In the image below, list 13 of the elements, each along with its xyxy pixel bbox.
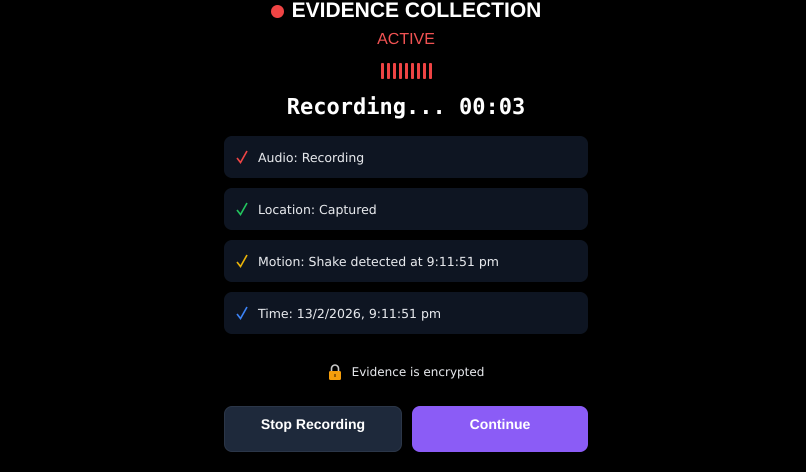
stop-recording-button[interactable]: Stop Recording <box>224 406 402 452</box>
status-text: Audio: Recording <box>258 150 364 164</box>
recording-timer: Recording... 00:03 <box>286 95 526 120</box>
status-text: Time: 13/2/2026, 9:11:51 pm <box>258 306 442 320</box>
status-text: Motion: Shake detected at 9:11:51 pm <box>258 254 499 268</box>
continue-button[interactable]: Continue <box>412 406 588 452</box>
audio-level-icon <box>380 63 432 79</box>
encryption-note: Evidence is encrypted <box>352 365 484 379</box>
recording-dot-icon <box>270 4 284 18</box>
status-label: ACTIVE <box>377 31 435 49</box>
status-text: Location: Captured <box>258 202 377 216</box>
lock-icon <box>328 364 342 380</box>
modal-title: EVIDENCE COLLECTION <box>292 0 542 23</box>
